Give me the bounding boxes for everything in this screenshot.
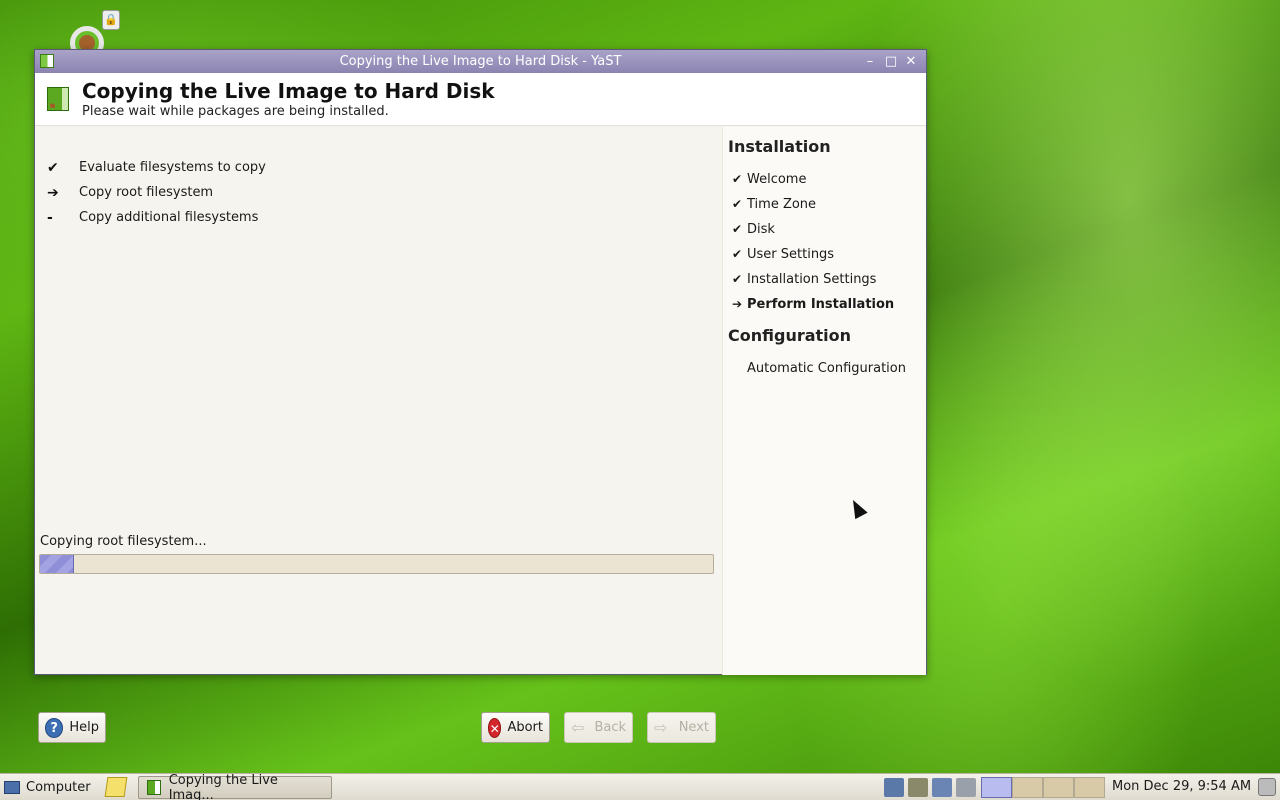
arrow-right-icon: ➔ xyxy=(47,184,59,201)
taskbar-window-button[interactable]: Copying the Live Imag... xyxy=(138,772,332,800)
sidebar-item-label: Automatic Configuration xyxy=(747,360,906,376)
workspace-4[interactable] xyxy=(1074,777,1105,798)
checkmark-icon: ✔ xyxy=(47,159,59,176)
main-content: ✔ Evaluate filesystems to copy ➔ Copy ro… xyxy=(35,127,722,743)
update-icon[interactable] xyxy=(932,778,952,797)
checkmark-icon: ✔ xyxy=(732,272,743,286)
checkmark-icon: ✔ xyxy=(732,197,743,211)
sidebar-item-user-settings: ✔ User Settings xyxy=(732,244,834,264)
lock-icon: 🔒 xyxy=(102,10,120,30)
workspace-3[interactable] xyxy=(1043,777,1074,798)
page-subtitle: Please wait while packages are being ins… xyxy=(82,104,389,119)
checkmark-icon: ✔ xyxy=(732,172,743,186)
sidebar-item-label: Perform Installation xyxy=(747,296,895,312)
next-arrow-icon: ⇨ xyxy=(654,717,668,737)
workspace-2[interactable] xyxy=(1012,777,1043,798)
yast-window: Copying the Live Image to Hard Disk - Ya… xyxy=(34,49,927,743)
clock[interactable]: Mon Dec 29, 9:54 AM xyxy=(1112,779,1251,794)
desktop-lock-icon[interactable]: 🔒 xyxy=(66,10,124,60)
installation-steps-sidebar: Installation ✔ Welcome ✔ Time Zone ✔ Dis… xyxy=(722,127,926,675)
progress-fill xyxy=(40,555,74,573)
help-button-label: Help xyxy=(69,720,99,735)
abort-icon: ✕ xyxy=(488,717,502,738)
sidebar-item-label: User Settings xyxy=(747,246,835,262)
help-button[interactable]: ? Help xyxy=(38,712,106,743)
back-button-label: Back xyxy=(594,720,626,735)
monitor-icon[interactable] xyxy=(908,778,928,797)
step-label: Evaluate filesystems to copy xyxy=(79,160,266,175)
page-title: Copying the Live Image to Hard Disk xyxy=(82,79,495,103)
sidebar-item-welcome: ✔ Welcome xyxy=(732,169,806,189)
sidebar-item-automatic-configuration: Automatic Configuration xyxy=(732,358,906,378)
step-label: Copy root filesystem xyxy=(79,185,214,200)
step-item: ✔ Evaluate filesystems to copy xyxy=(47,155,266,180)
next-button-label: Next xyxy=(678,720,709,735)
back-button[interactable]: ⇦ Back xyxy=(564,712,633,743)
help-icon: ? xyxy=(45,717,64,738)
checkmark-icon: ✔ xyxy=(732,247,743,261)
sidebar-item-installation-settings: ✔ Installation Settings xyxy=(732,269,876,289)
sidebar-item-time-zone: ✔ Time Zone xyxy=(732,194,816,214)
step-label: Copy additional filesystems xyxy=(79,210,259,225)
sidebar-item-label: Disk xyxy=(747,221,775,237)
yast-icon xyxy=(40,54,54,68)
computer-icon xyxy=(4,781,20,794)
notes-launcher-icon[interactable] xyxy=(104,777,128,797)
taskbar: Computer Copying the Live Imag... Mon De… xyxy=(0,773,1280,800)
taskbar-window-label: Copying the Live Imag... xyxy=(168,772,278,800)
window-title: Copying the Live Image to Hard Disk - Ya… xyxy=(339,54,622,69)
step-item: - Copy additional filesystems xyxy=(47,205,266,230)
volume-icon[interactable] xyxy=(956,778,976,797)
progress-label: Copying root filesystem... xyxy=(40,534,207,549)
installation-heading: Installation xyxy=(728,137,831,156)
configuration-heading: Configuration xyxy=(728,326,852,345)
computer-menu-button[interactable]: Computer xyxy=(4,777,91,798)
show-desktop-icon[interactable] xyxy=(1258,778,1276,796)
dash-icon: - xyxy=(47,209,53,226)
arrow-right-icon: ➔ xyxy=(732,297,743,311)
next-button[interactable]: ⇨ Next xyxy=(647,712,716,743)
back-arrow-icon: ⇦ xyxy=(571,717,585,737)
maximize-icon[interactable]: □ xyxy=(881,50,901,73)
dialog-header: Copying the Live Image to Hard Disk Plea… xyxy=(35,73,926,126)
workspace-1[interactable] xyxy=(981,777,1012,798)
sidebar-item-label: Installation Settings xyxy=(747,271,877,287)
yast-icon xyxy=(47,87,69,111)
window-titlebar[interactable]: Copying the Live Image to Hard Disk - Ya… xyxy=(35,50,926,73)
checkmark-icon: ✔ xyxy=(732,222,743,236)
workspace-switcher[interactable] xyxy=(981,777,1105,798)
abort-button-label: Abort xyxy=(507,720,543,735)
sidebar-item-label: Welcome xyxy=(747,171,807,187)
yast-icon xyxy=(147,780,161,795)
step-item: ➔ Copy root filesystem xyxy=(47,180,266,205)
system-tray xyxy=(884,778,976,797)
sidebar-item-label: Time Zone xyxy=(747,196,817,212)
progress-bar xyxy=(39,554,714,574)
abort-button[interactable]: ✕ Abort xyxy=(481,712,550,743)
network-icon[interactable] xyxy=(884,778,904,797)
sidebar-item-perform-installation: ➔ Perform Installation xyxy=(732,294,894,314)
step-list: ✔ Evaluate filesystems to copy ➔ Copy ro… xyxy=(47,155,266,230)
sidebar-item-disk: ✔ Disk xyxy=(732,219,775,239)
computer-menu-label: Computer xyxy=(26,780,91,795)
minimize-icon[interactable]: – xyxy=(860,50,880,73)
close-icon[interactable]: ✕ xyxy=(901,50,921,73)
